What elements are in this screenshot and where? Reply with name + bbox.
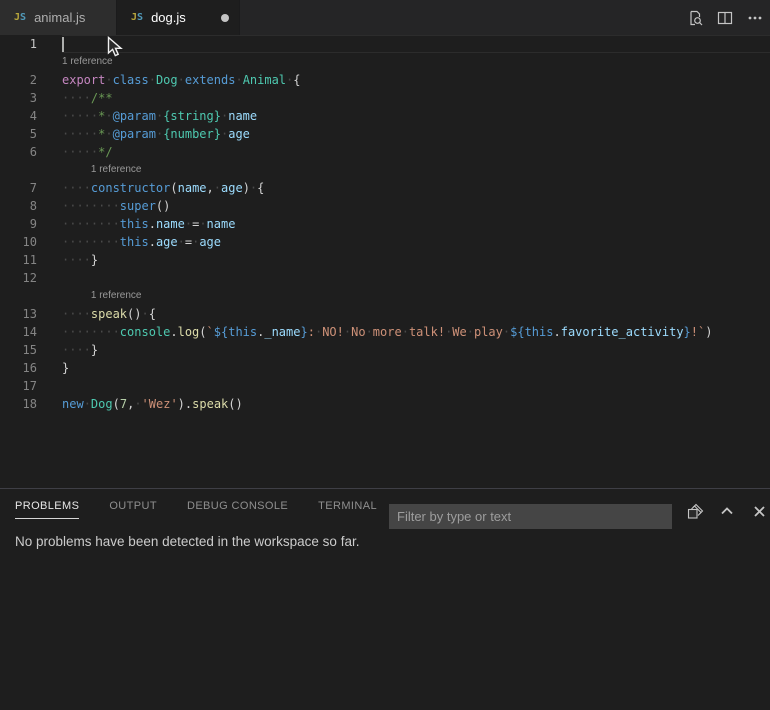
codelens-row[interactable]: 1 reference [0, 53, 770, 71]
code-line[interactable]: 10········this.age·=·age [0, 233, 770, 251]
tab-animal-js[interactable]: JS animal.js [0, 0, 117, 35]
stacked-squares-icon[interactable] [686, 502, 704, 520]
javascript-file-icon: JS [14, 12, 26, 23]
line-number: 10 [0, 233, 37, 251]
tab-label: dog.js [151, 10, 186, 25]
tab-dog-js[interactable]: JS dog.js [117, 0, 240, 35]
tab-label: animal.js [34, 10, 85, 25]
panel-tab-problems[interactable]: PROBLEMS [15, 500, 79, 519]
panel-actions [686, 502, 768, 520]
close-panel-icon[interactable] [750, 502, 768, 520]
codelens-reference-link[interactable]: 1 reference [62, 53, 113, 71]
line-number: 12 [0, 269, 37, 287]
code-editor[interactable]: 11 reference2export·class·Dog·extends·An… [0, 35, 770, 488]
code-line[interactable]: 11····} [0, 251, 770, 269]
vscode-window: JS animal.js JS dog.js [0, 0, 770, 710]
code-line[interactable]: 3····/** [0, 89, 770, 107]
line-number: 5 [0, 125, 37, 143]
code-line[interactable]: 16} [0, 359, 770, 377]
code-line[interactable]: 18new·Dog(7,·'Wez').speak() [0, 395, 770, 413]
line-number: 16 [0, 359, 37, 377]
code-line[interactable]: 8········super() [0, 197, 770, 215]
panel-tab-terminal[interactable]: TERMINAL [318, 500, 377, 519]
line-number: 14 [0, 323, 37, 341]
line-number: 1 [0, 35, 37, 53]
code-line[interactable]: 6·····*/ [0, 143, 770, 161]
line-number: 7 [0, 179, 37, 197]
maximize-panel-icon[interactable] [718, 502, 736, 520]
problems-filter-input[interactable] [389, 504, 672, 529]
line-number: 17 [0, 377, 37, 395]
line-number [0, 287, 37, 305]
line-number: 9 [0, 215, 37, 233]
code-line[interactable]: 4·····*·@param·{string}·name [0, 107, 770, 125]
codelens-reference-link[interactable]: 1 reference [91, 287, 142, 305]
dirty-indicator-icon[interactable] [221, 14, 229, 22]
panel-tabs: PROBLEMS OUTPUT DEBUG CONSOLE TERMINAL [15, 500, 377, 519]
javascript-file-icon: JS [131, 12, 143, 23]
text-cursor [62, 37, 64, 52]
panel-tab-output[interactable]: OUTPUT [109, 500, 157, 519]
problems-message: No problems have been detected in the wo… [15, 534, 359, 549]
code-line[interactable]: 17 [0, 377, 770, 395]
code-line[interactable]: 15····} [0, 341, 770, 359]
split-editor-icon[interactable] [716, 9, 734, 27]
line-number [0, 161, 37, 179]
editor-rows: 11 reference2export·class·Dog·extends·An… [0, 35, 770, 413]
line-number: 6 [0, 143, 37, 161]
line-number: 18 [0, 395, 37, 413]
code-line[interactable]: 13····speak()·{ [0, 305, 770, 323]
editor-tab-bar: JS animal.js JS dog.js [0, 0, 770, 35]
code-line[interactable]: 9········this.name·=·name [0, 215, 770, 233]
panel-tab-debug-console[interactable]: DEBUG CONSOLE [187, 500, 288, 519]
line-number: 15 [0, 341, 37, 359]
editor-actions [686, 0, 764, 35]
line-number: 13 [0, 305, 37, 323]
code-line[interactable]: 1 [0, 35, 770, 53]
line-number: 4 [0, 107, 37, 125]
line-number: 3 [0, 89, 37, 107]
bottom-panel: PROBLEMS OUTPUT DEBUG CONSOLE TERMINAL [0, 488, 770, 710]
code-line[interactable]: 2export·class·Dog·extends·Animal·{ [0, 71, 770, 89]
code-line[interactable]: 5·····*·@param·{number}·age [0, 125, 770, 143]
more-actions-icon[interactable] [746, 9, 764, 27]
codelens-reference-link[interactable]: 1 reference [91, 161, 142, 179]
line-number [0, 53, 37, 71]
line-number: 8 [0, 197, 37, 215]
line-number: 11 [0, 251, 37, 269]
code-line[interactable]: 14········console.log(`${this._name}:·NO… [0, 323, 770, 341]
code-line[interactable]: 12 [0, 269, 770, 287]
file-search-icon[interactable] [686, 9, 704, 27]
line-number: 2 [0, 71, 37, 89]
codelens-row[interactable]: 1 reference [0, 161, 770, 179]
code-line[interactable]: 7····constructor(name,·age)·{ [0, 179, 770, 197]
codelens-row[interactable]: 1 reference [0, 287, 770, 305]
